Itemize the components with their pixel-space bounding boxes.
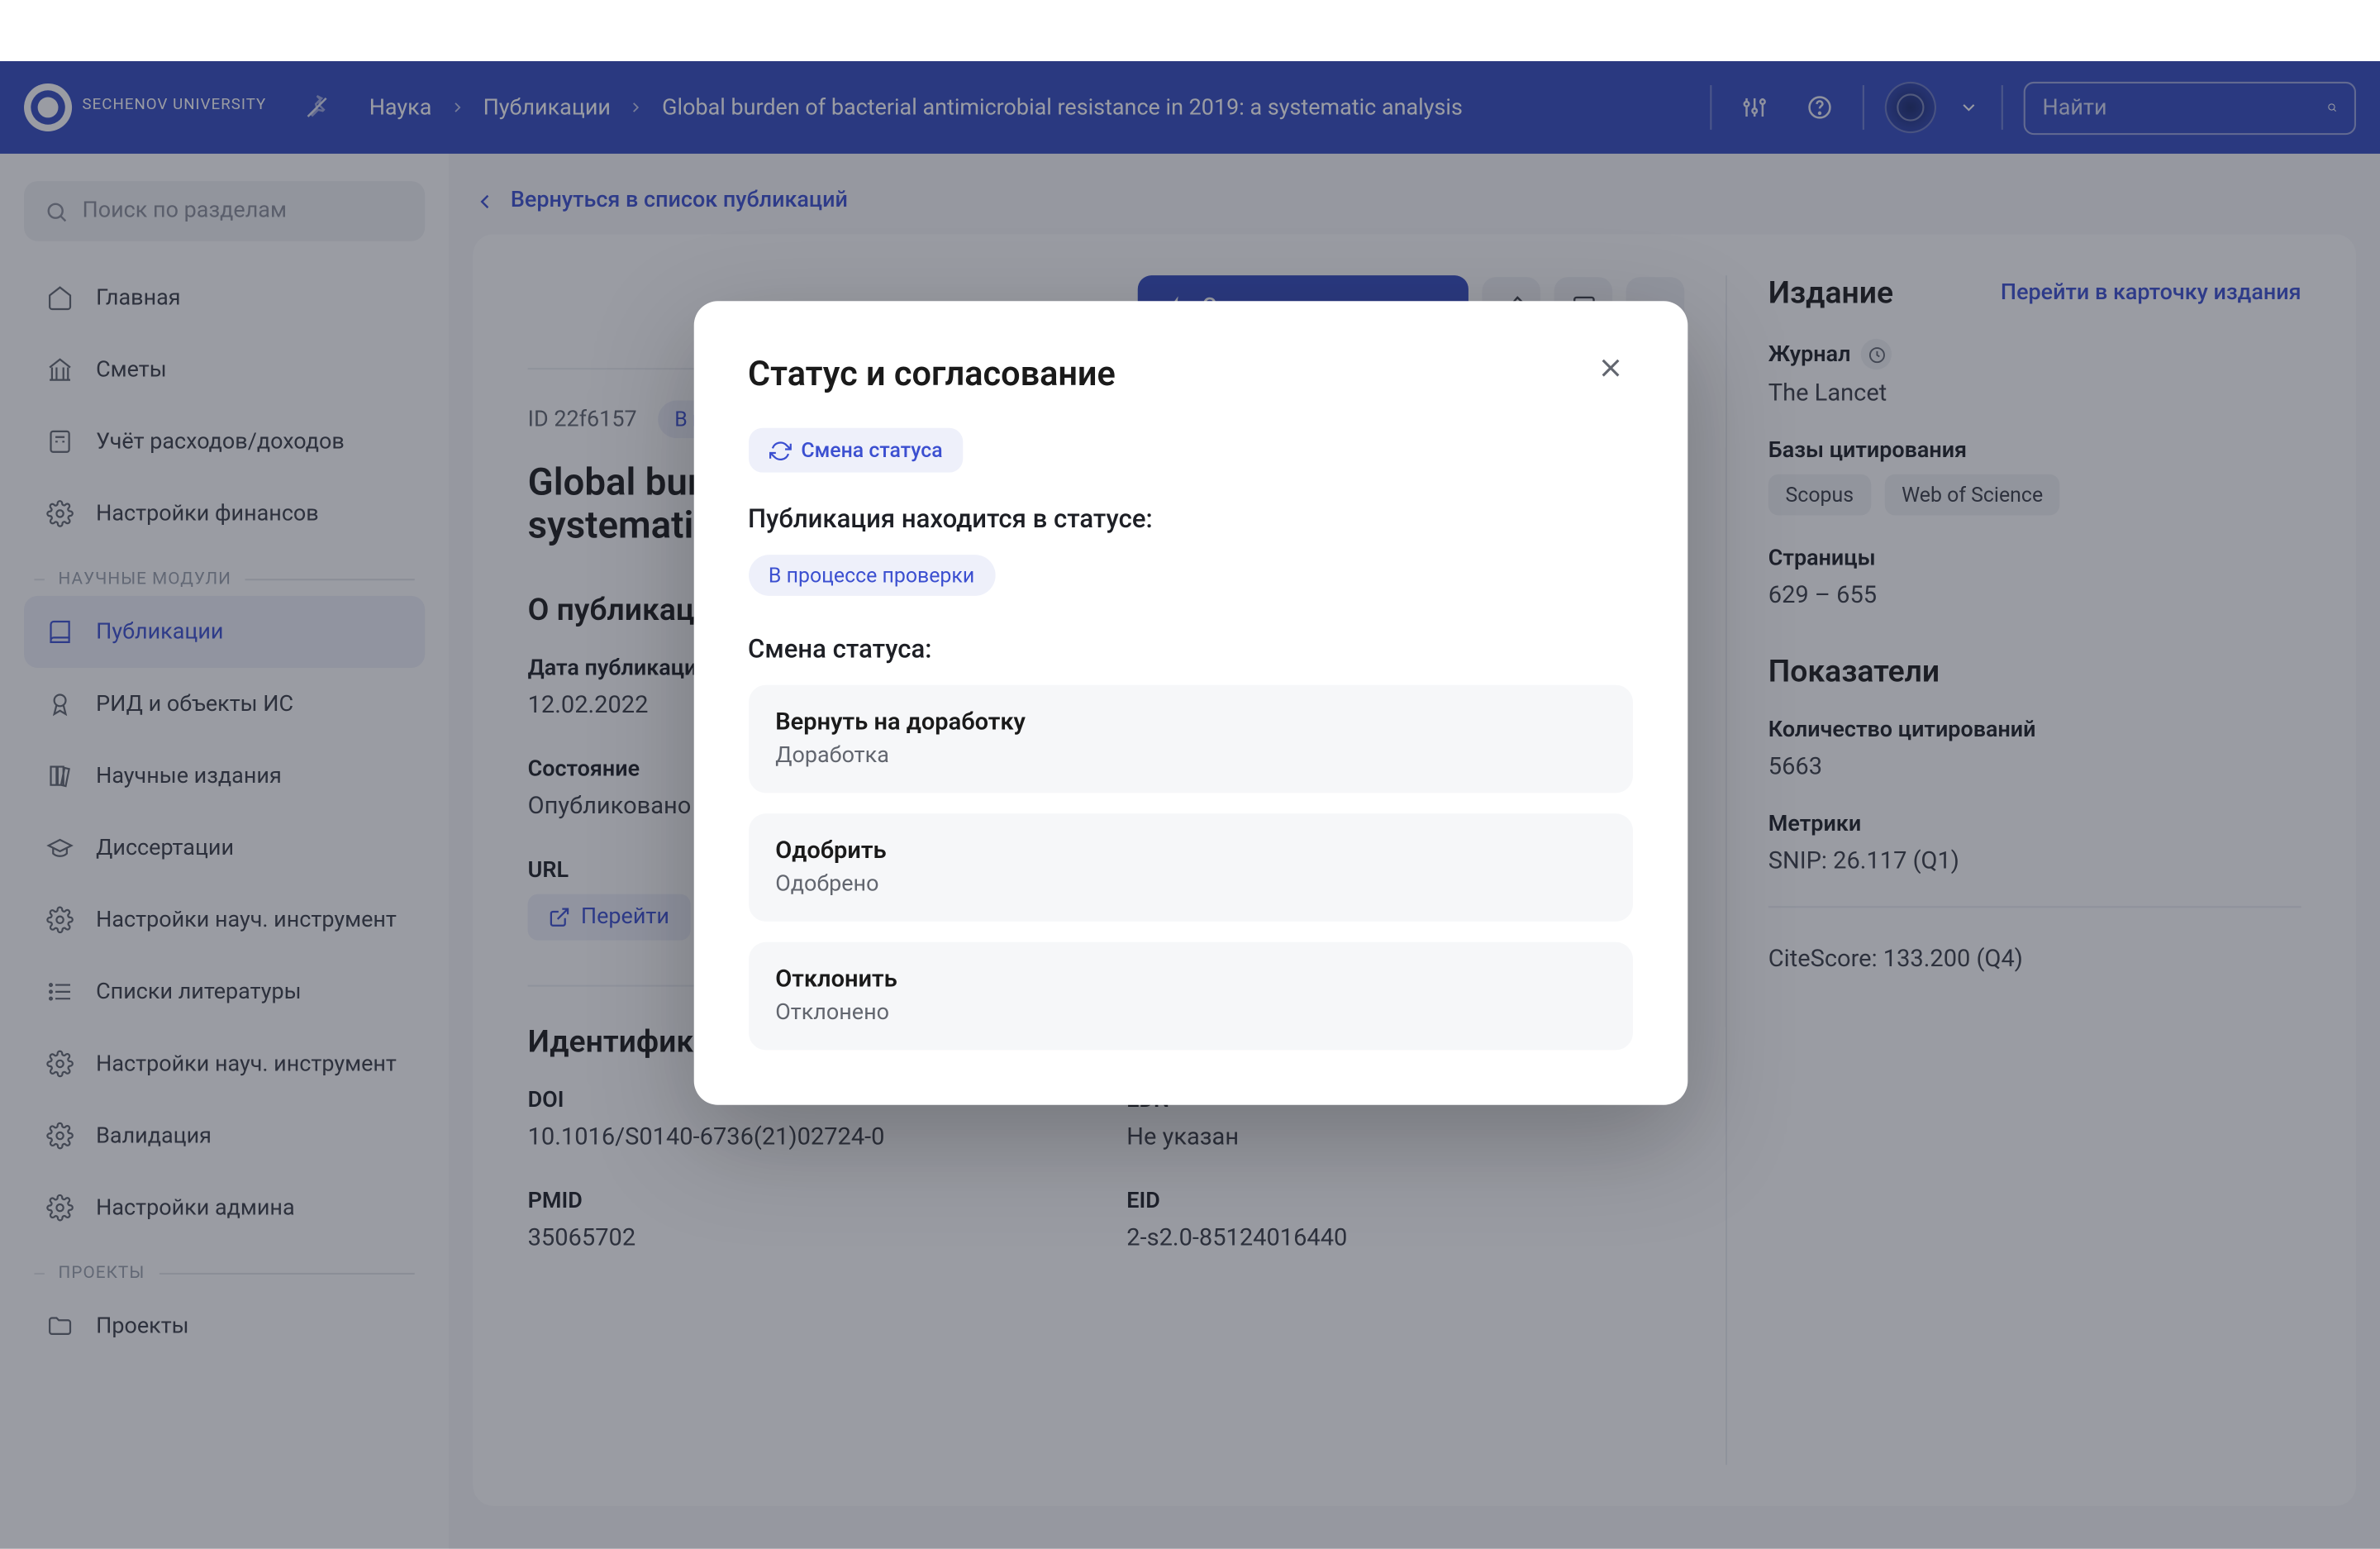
status-option-title: Отклонить <box>775 966 1605 994</box>
close-button[interactable] <box>1594 352 1632 390</box>
status-option[interactable]: Одобрить Одобрено <box>748 813 1632 922</box>
modal-overlay[interactable]: Статус и согласование Смена статуса Публ… <box>0 61 2380 1549</box>
status-option-title: Одобрить <box>775 837 1605 865</box>
change-status-chip[interactable]: Смена статуса <box>748 428 964 473</box>
status-option-sub: Одобрено <box>775 872 1605 898</box>
status-option-title: Вернуть на доработку <box>775 709 1605 736</box>
status-option-sub: Доработка <box>775 743 1605 769</box>
current-status-value: В процессе проверки <box>748 555 995 596</box>
status-option[interactable]: Отклонить Отклонено <box>748 942 1632 1051</box>
change-status-label: Смена статуса: <box>748 634 1632 665</box>
close-icon <box>1594 352 1625 383</box>
status-modal: Статус и согласование Смена статуса Публ… <box>693 301 1687 1104</box>
modal-title: Статус и согласование <box>748 352 1116 393</box>
status-option-sub: Отклонено <box>775 1000 1605 1026</box>
refresh-icon <box>769 439 791 461</box>
status-option[interactable]: Вернуть на доработку Доработка <box>748 685 1632 794</box>
current-status-label: Публикация находится в статусе: <box>748 503 1632 534</box>
